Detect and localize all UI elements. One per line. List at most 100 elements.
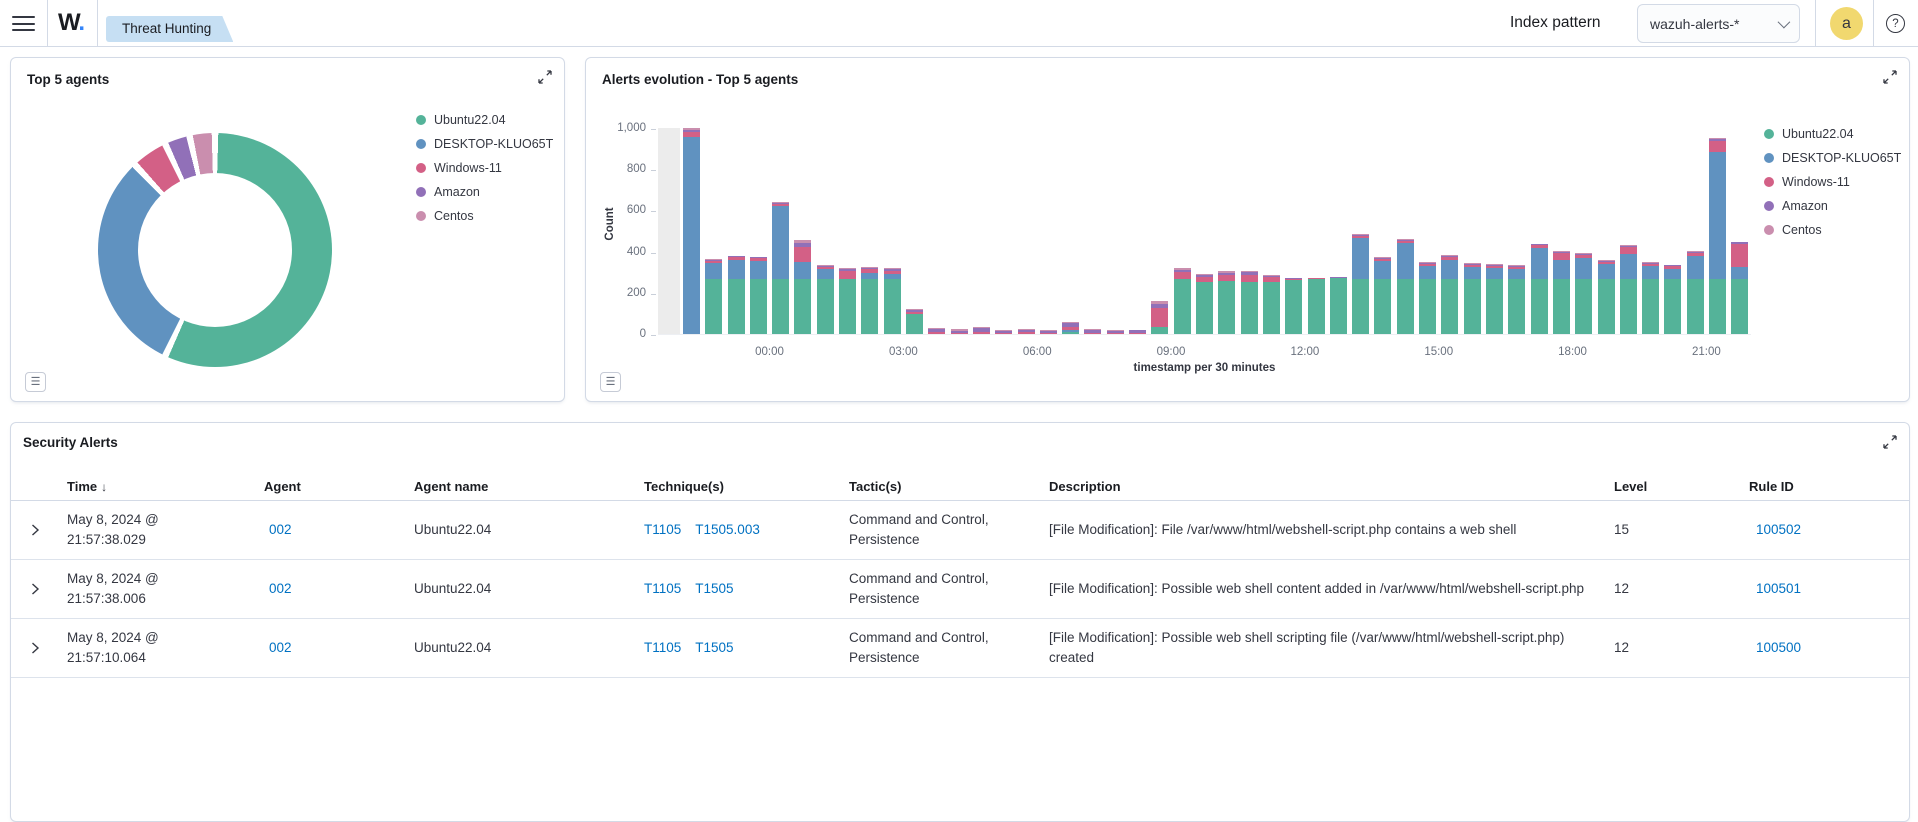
stacked-bar[interactable] <box>973 327 990 334</box>
legend-item[interactable]: Windows-11 <box>416 156 553 180</box>
column-header-agent[interactable]: Agent <box>256 479 406 494</box>
technique-link[interactable]: T1105 <box>644 581 681 596</box>
technique-link[interactable]: T1105 <box>644 640 681 655</box>
rule-id-link[interactable]: 100500 <box>1756 640 1801 655</box>
column-header-technique-s-[interactable]: Technique(s) <box>636 479 841 494</box>
stacked-bar[interactable] <box>1664 265 1681 334</box>
technique-link[interactable]: T1505 <box>695 640 733 655</box>
stacked-bar[interactable] <box>1397 239 1414 334</box>
stacked-bar[interactable] <box>1018 329 1035 334</box>
stacked-bar[interactable] <box>728 256 745 334</box>
stacked-bar[interactable] <box>1174 268 1191 334</box>
stacked-bar[interactable] <box>1464 263 1481 334</box>
bar-segment <box>995 333 1012 334</box>
top-5-agents-donut[interactable] <box>98 133 332 367</box>
legend-item[interactable]: Amazon <box>416 180 553 204</box>
legend-toggle-icon[interactable]: ☰ <box>600 372 621 392</box>
agent-link[interactable]: 002 <box>269 522 292 537</box>
stacked-bar[interactable] <box>1486 264 1503 334</box>
stacked-bar[interactable] <box>1330 277 1347 334</box>
index-pattern-select[interactable]: wazuh-alerts-* <box>1637 4 1800 43</box>
bar-segment <box>705 263 722 280</box>
stacked-bar[interactable] <box>1241 271 1258 334</box>
stacked-bar[interactable] <box>1062 322 1079 334</box>
legend-item[interactable]: Ubuntu22.04 <box>1764 122 1901 146</box>
stacked-bar[interactable] <box>1263 275 1280 334</box>
expand-row-button[interactable] <box>11 632 59 664</box>
menu-icon[interactable] <box>12 16 35 31</box>
stacked-bar[interactable] <box>1218 271 1235 334</box>
legend-label: DESKTOP-KLUO65T <box>434 137 553 151</box>
rule-id-link[interactable]: 100501 <box>1756 581 1801 596</box>
stacked-bar[interactable] <box>1575 253 1592 334</box>
expand-row-button[interactable] <box>11 573 59 605</box>
stacked-bar[interactable] <box>1129 330 1146 334</box>
stacked-bar[interactable] <box>884 268 901 334</box>
stacked-bar[interactable] <box>906 309 923 334</box>
legend-item[interactable]: Centos <box>1764 218 1901 242</box>
help-icon[interactable]: ? <box>1886 14 1905 33</box>
legend-toggle-icon[interactable]: ☰ <box>25 372 46 392</box>
legend-item[interactable]: Centos <box>416 204 553 228</box>
rule-id-link[interactable]: 100502 <box>1756 522 1801 537</box>
stacked-bar[interactable] <box>1731 242 1748 334</box>
stacked-bar[interactable] <box>794 240 811 334</box>
stacked-bar[interactable] <box>1285 278 1302 334</box>
column-header-description[interactable]: Description <box>1041 479 1606 494</box>
stacked-bar[interactable] <box>683 128 700 334</box>
techniques-cell: T1105 T1505 <box>636 571 841 607</box>
stacked-bar[interactable] <box>1374 257 1391 334</box>
expand-row-button[interactable] <box>11 514 59 546</box>
stacked-bar[interactable] <box>750 257 767 334</box>
column-header-tactic-s-[interactable]: Tactic(s) <box>841 479 1041 494</box>
stacked-bar[interactable] <box>817 265 834 334</box>
technique-link[interactable]: T1505 <box>695 581 733 596</box>
stacked-bar[interactable] <box>839 268 856 334</box>
stacked-bar[interactable] <box>861 267 878 334</box>
bar-segment <box>1174 272 1191 279</box>
agent-link[interactable]: 002 <box>269 581 292 596</box>
stacked-bar[interactable] <box>1531 244 1548 334</box>
column-header-rule-id[interactable]: Rule ID <box>1741 479 1911 494</box>
legend-item[interactable]: DESKTOP-KLUO65T <box>416 132 553 156</box>
stacked-bar[interactable] <box>995 330 1012 334</box>
stacked-bar[interactable] <box>705 259 722 334</box>
stacked-bar[interactable] <box>1508 265 1525 334</box>
wazuh-logo[interactable]: W. <box>58 9 84 37</box>
stacked-bar[interactable] <box>1642 262 1659 334</box>
avatar[interactable]: a <box>1830 7 1863 40</box>
legend-item[interactable]: Ubuntu22.04 <box>416 108 553 132</box>
stacked-bar[interactable] <box>1352 234 1369 334</box>
stacked-bar[interactable] <box>1441 255 1458 334</box>
stacked-bar[interactable] <box>1107 330 1124 334</box>
stacked-bar[interactable] <box>951 329 968 334</box>
stacked-bar[interactable] <box>928 328 945 334</box>
stacked-bar[interactable] <box>1040 330 1057 334</box>
column-header-time[interactable]: Time↓ <box>59 479 256 494</box>
stacked-bar[interactable] <box>772 202 789 334</box>
alerts-evolution-bar-chart[interactable] <box>658 129 1751 335</box>
stacked-bar[interactable] <box>1620 245 1637 334</box>
stacked-bar[interactable] <box>1151 301 1168 334</box>
column-header-level[interactable]: Level <box>1606 479 1741 494</box>
legend-item[interactable]: Windows-11 <box>1764 170 1901 194</box>
agent-link[interactable]: 002 <box>269 640 292 655</box>
legend-item[interactable]: DESKTOP-KLUO65T <box>1764 146 1901 170</box>
stacked-bar[interactable] <box>1709 138 1726 334</box>
stacked-bar[interactable] <box>1084 329 1101 334</box>
bar-segment <box>1263 282 1280 335</box>
stacked-bar[interactable] <box>1687 251 1704 334</box>
expand-icon[interactable] <box>537 69 553 85</box>
stacked-bar[interactable] <box>1308 278 1325 334</box>
tab-threat-hunting[interactable]: Threat Hunting <box>106 16 233 42</box>
expand-icon[interactable] <box>1882 69 1898 85</box>
legend-item[interactable]: Amazon <box>1764 194 1901 218</box>
stacked-bar[interactable] <box>1598 260 1615 334</box>
stacked-bar[interactable] <box>1553 251 1570 334</box>
expand-icon[interactable] <box>1882 434 1898 450</box>
technique-link[interactable]: T1505.003 <box>695 522 760 537</box>
technique-link[interactable]: T1105 <box>644 522 681 537</box>
column-header-agent-name[interactable]: Agent name <box>406 479 636 494</box>
stacked-bar[interactable] <box>1196 274 1213 334</box>
stacked-bar[interactable] <box>1419 262 1436 334</box>
